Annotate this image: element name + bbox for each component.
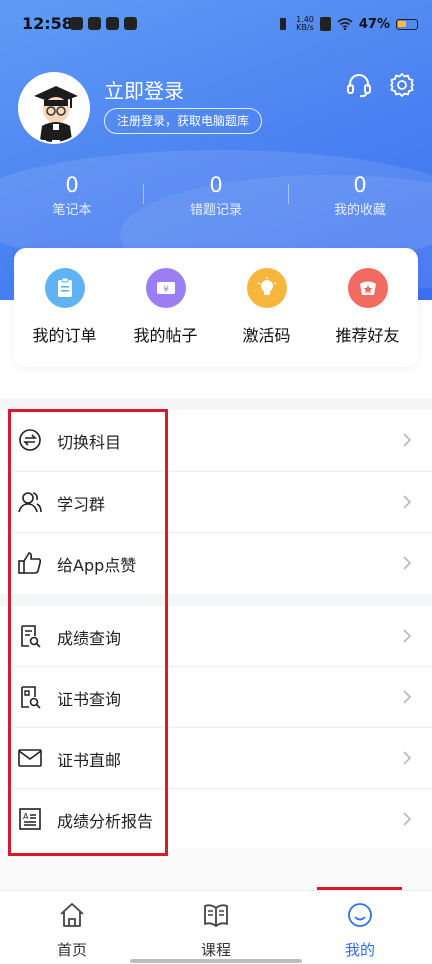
- stat-notebook[interactable]: 0 笔记本: [12, 173, 132, 218]
- shortcut-my-posts[interactable]: ¥ 我的帖子: [115, 268, 216, 346]
- recommend-star-icon: [347, 268, 388, 308]
- status-time: 12:58: [22, 14, 73, 33]
- menu-highlight-annotation: [8, 409, 168, 856]
- activation-bulb-icon: [246, 268, 287, 308]
- chevron-right-icon: [403, 812, 412, 826]
- stat-wrong-questions[interactable]: 0 错题记录: [156, 173, 276, 218]
- vibrate-icon: [280, 18, 287, 30]
- notification-icons: [70, 17, 137, 30]
- notification-icon: [106, 17, 119, 30]
- order-clipboard-icon: [44, 268, 85, 308]
- tiktok-icon: [124, 17, 137, 30]
- tab-home[interactable]: 首页: [22, 901, 122, 960]
- shortcut-recommend-friends[interactable]: 推荐好友: [317, 268, 418, 346]
- chevron-right-icon: [403, 495, 412, 509]
- tab-label: 我的: [344, 941, 375, 959]
- network-speed: 1.40 KB/s: [296, 15, 314, 32]
- shortcut-label: 激活码: [242, 326, 291, 345]
- stat-label: 笔记本: [52, 203, 92, 218]
- stat-value: 0: [353, 173, 367, 197]
- tab-courses[interactable]: 课程: [166, 901, 266, 960]
- tab-label: 首页: [56, 941, 87, 959]
- battery-icon: [396, 18, 418, 30]
- tab-mine[interactable]: 我的: [310, 901, 410, 960]
- stat-label: 错题记录: [189, 203, 242, 218]
- shortcut-label: 我的帖子: [133, 326, 198, 345]
- chevron-right-icon: [403, 556, 412, 570]
- stat-label: 我的收藏: [333, 203, 386, 218]
- register-button[interactable]: 注册登录，获取电脑题库: [104, 108, 263, 134]
- stat-value: 0: [209, 173, 223, 197]
- shortcut-label: 我的订单: [32, 326, 97, 345]
- bottom-tab-bar: 首页 课程 我的: [0, 890, 432, 964]
- chevron-right-icon: [403, 629, 412, 643]
- wifi-icon: [337, 18, 353, 30]
- stat-divider: [288, 184, 289, 204]
- headset-icon[interactable]: [346, 72, 372, 98]
- tab-label: 课程: [200, 941, 231, 959]
- svg-text:¥: ¥: [163, 285, 169, 295]
- avatar[interactable]: [18, 72, 90, 144]
- login-now-link[interactable]: 立即登录: [104, 75, 184, 104]
- sim-icon: [319, 17, 331, 31]
- battery-percent: 47%: [358, 16, 390, 32]
- shortcuts-card: 我的订单 ¥ 我的帖子 激活码 推荐好友: [14, 248, 418, 367]
- post-ticket-icon: ¥: [145, 268, 186, 308]
- stat-value: 0: [65, 173, 79, 197]
- shortcut-label: 推荐好友: [335, 326, 400, 345]
- stat-divider: [143, 184, 144, 204]
- chevron-right-icon: [403, 751, 412, 765]
- home-icon: [60, 903, 84, 927]
- chevron-right-icon: [403, 433, 412, 447]
- notification-icon: [70, 17, 83, 30]
- gesture-home-bar[interactable]: [130, 959, 302, 963]
- stat-favorites[interactable]: 0 我的收藏: [300, 173, 420, 218]
- smile-face-icon: [348, 903, 372, 927]
- chevron-right-icon: [403, 690, 412, 704]
- book-icon: [204, 904, 228, 927]
- notification-icon: [88, 17, 101, 30]
- settings-gear-icon[interactable]: [389, 72, 415, 98]
- shortcut-activation-code[interactable]: 激活码: [216, 268, 317, 346]
- status-bar: 12:58 1.40 KB/s 47%: [0, 0, 432, 50]
- shortcut-my-orders[interactable]: 我的订单: [14, 268, 115, 346]
